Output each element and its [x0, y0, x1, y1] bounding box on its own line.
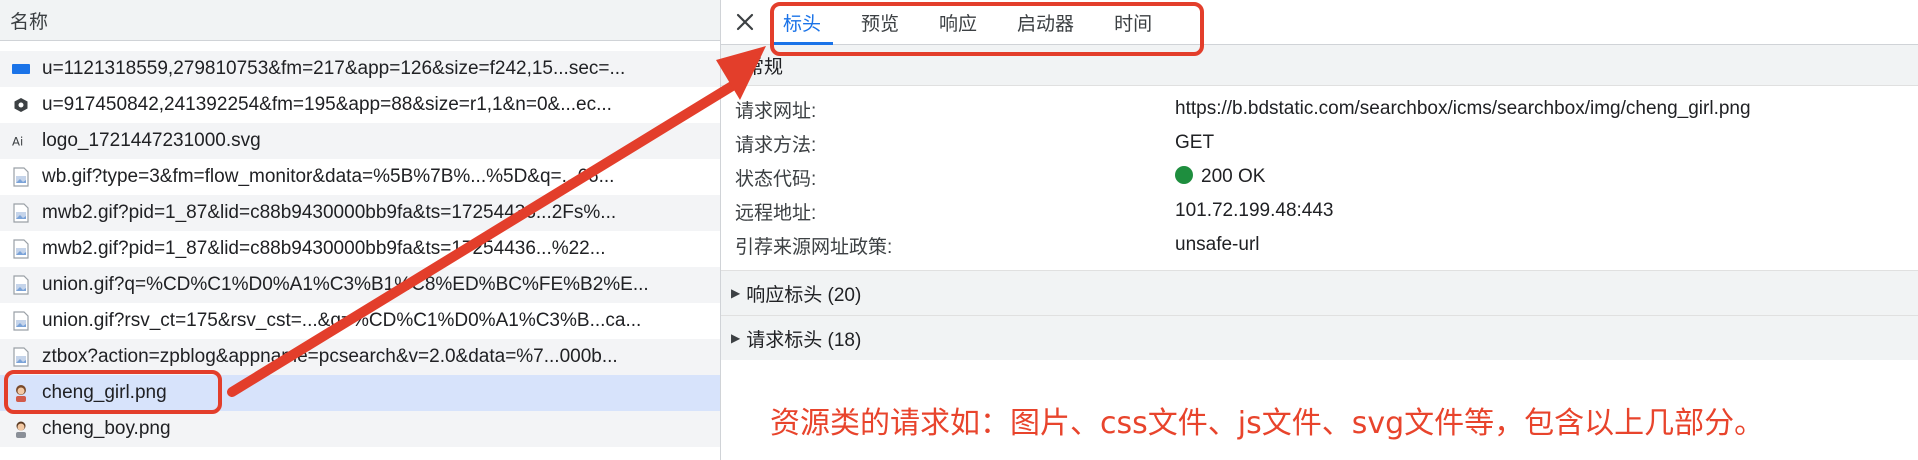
- request-method-label: 请求方法:: [735, 134, 817, 156]
- general-section: 请求网址: https://b.bdstatic.com/searchbox/ic…: [721, 86, 1918, 270]
- list-item[interactable]: Ai logo_1721447231000.svg: [0, 123, 720, 159]
- status-code-label: 状态代码:: [735, 168, 817, 190]
- list-item[interactable]: union.gif?q=%CD%C1%D0%A1%C3%B1%C8%ED%BC%…: [0, 267, 720, 303]
- image-file-icon: [12, 347, 30, 367]
- avatar-boy-icon: [12, 419, 30, 439]
- file-name: ztbox?action=zpblog&appname=pcsearch&v=2…: [42, 346, 618, 367]
- name-column-label: 名称: [10, 11, 49, 33]
- name-column-header[interactable]: 名称: [0, 0, 720, 41]
- list-item[interactable]: union.gif?rsv_ct=175&rsv_cst=...&q=%CD%C…: [0, 303, 720, 339]
- image-file-icon: [12, 311, 30, 331]
- file-name: union.gif?q=%CD%C1%D0%A1%C3%B1%C8%ED%BC%…: [42, 274, 649, 295]
- list-item[interactable]: mwb2.gif?pid=1_87&lid=c88b9430000bb9fa&t…: [0, 231, 720, 267]
- referrer-policy-value: unsafe-url: [1175, 234, 1260, 255]
- triangle-right-icon: ▶: [731, 286, 741, 300]
- list-item-partial: [0, 41, 720, 51]
- list-item[interactable]: wb.gif?type=3&fm=flow_monitor&data=%5B%7…: [0, 159, 720, 195]
- request-detail-panel: 标头 预览 响应 启动器 时间 常规 请求网址: https://b.bdstat…: [721, 0, 1918, 460]
- image-file-icon-blue: [12, 59, 30, 79]
- request-headers-section[interactable]: ▶ 请求标头 (18): [721, 315, 1918, 360]
- file-name: cheng_boy.png: [42, 418, 171, 439]
- status-dot-icon: [1175, 166, 1193, 184]
- list-item[interactable]: u=1121318559,279810753&fm=217&app=126&si…: [0, 51, 720, 87]
- image-file-icon: [12, 167, 30, 187]
- svg-text:Ai: Ai: [12, 135, 23, 149]
- remote-address-row: 远程地址: 101.72.199.48:443: [735, 194, 1918, 228]
- svg-file-icon: Ai: [12, 131, 30, 151]
- image-file-icon: [12, 203, 30, 223]
- response-headers-section[interactable]: ▶ 响应标头 (20): [721, 270, 1918, 315]
- status-code-value: 200 OK: [1201, 166, 1266, 187]
- request-url-label: 请求网址:: [735, 100, 817, 122]
- file-name: u=917450842,241392254&fm=195&app=88&size…: [42, 94, 612, 115]
- file-name: wb.gif?type=3&fm=flow_monitor&data=%5B%7…: [42, 166, 615, 187]
- request-headers-label: 请求标头 (18): [746, 329, 862, 351]
- image-file-icon: [12, 275, 30, 295]
- response-headers-label: 响应标头 (20): [746, 284, 862, 306]
- request-method-value: GET: [1175, 132, 1215, 153]
- request-url-value: https://b.bdstatic.com/searchbox/icms/se…: [1175, 98, 1751, 119]
- tabs-highlight-box: [770, 2, 1204, 56]
- file-name: mwb2.gif?pid=1_87&lid=c88b9430000bb9fa&t…: [42, 202, 617, 223]
- image-file-icon: [12, 239, 30, 259]
- referrer-policy-row: 引荐来源网址政策: unsafe-url: [735, 228, 1918, 262]
- list-item[interactable]: u=917450842,241392254&fm=195&app=88&size…: [0, 87, 720, 123]
- close-icon[interactable]: [727, 0, 763, 44]
- triangle-right-icon: ▶: [731, 331, 741, 345]
- request-method-row: 请求方法: GET: [735, 126, 1918, 160]
- referrer-policy-label: 引荐来源网址政策:: [735, 236, 893, 258]
- remote-address-label: 远程地址:: [735, 202, 817, 224]
- list-item[interactable]: mwb2.gif?pid=1_87&lid=c88b9430000bb9fa&t…: [0, 195, 720, 231]
- file-name: logo_1721447231000.svg: [42, 130, 261, 151]
- file-name: union.gif?rsv_ct=175&rsv_cst=...&q=%CD%C…: [42, 310, 642, 331]
- remote-address-value: 101.72.199.48:443: [1175, 200, 1334, 221]
- image-file-icon-dark: [12, 95, 30, 115]
- annotation-text: 资源类的请求如：图片、css文件、js文件、svg文件等，包含以上几部分。: [770, 406, 1765, 441]
- list-item[interactable]: cheng_boy.png: [0, 411, 720, 447]
- status-code-row: 状态代码: 200 OK: [735, 160, 1918, 194]
- file-name: u=1121318559,279810753&fm=217&app=126&si…: [42, 58, 626, 79]
- request-url-row: 请求网址: https://b.bdstatic.com/searchbox/ic…: [735, 92, 1918, 126]
- selected-file-highlight-box: [4, 370, 222, 414]
- file-name: mwb2.gif?pid=1_87&lid=c88b9430000bb9fa&t…: [42, 238, 606, 259]
